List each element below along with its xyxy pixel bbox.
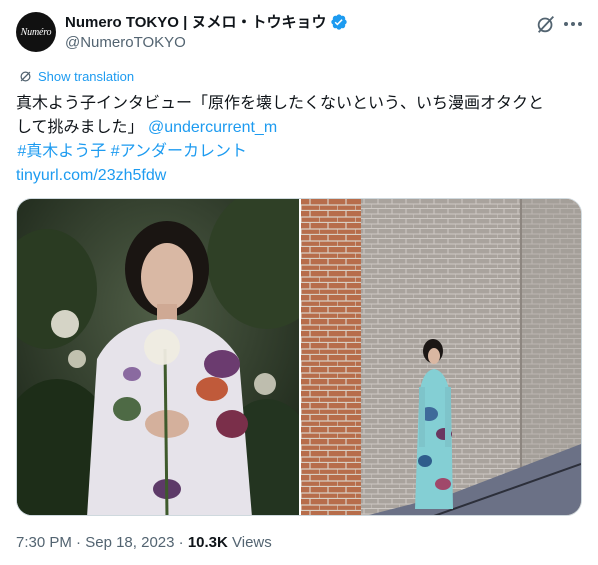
user-handle[interactable]: @NumeroTOKYO: [65, 34, 186, 51]
show-translation-label: Show translation: [38, 69, 135, 84]
display-name[interactable]: Numero TOKYO | ヌメロ・トウキョウ: [65, 11, 326, 32]
tweet-line-2-text: して挑みました」: [16, 119, 148, 136]
name-row: Numero TOKYO | ヌメロ・トウキョウ: [65, 11, 348, 32]
tweet-meta: 7:30 PM · Sep 18, 2023 · 10.3K Views: [16, 534, 272, 551]
photo-2-image: [301, 199, 581, 515]
avatar-logo-text: Numéro: [20, 26, 52, 38]
tweet-time[interactable]: 7:30 PM: [16, 534, 72, 551]
tweet-card: Numéro Numero TOKYO | ヌメロ・トウキョウ @NumeroT…: [0, 0, 598, 565]
views-label: Views: [227, 534, 272, 551]
more-icon[interactable]: [561, 13, 585, 35]
tweet-line-1: 真木よう子インタビュー「原作を壊したくないという、いち漫画オタクと: [16, 95, 545, 112]
tweet-line-2: して挑みました」 @undercurrent_m: [16, 116, 584, 140]
url-link[interactable]: tinyurl.com/23zh5fdw: [16, 167, 166, 184]
media-grid: [16, 198, 582, 516]
mention-link[interactable]: @undercurrent_m: [148, 119, 277, 136]
tweet-line-3: #真木よう子 #アンダーカレント: [16, 140, 584, 164]
photo-2[interactable]: [301, 199, 581, 515]
photo-1-image: [17, 199, 299, 515]
avatar[interactable]: Numéro: [16, 12, 56, 52]
meta-separator-1: ·: [71, 534, 86, 551]
hashtag-link-1[interactable]: #真木よう子: [17, 143, 106, 160]
grok-icon[interactable]: [535, 13, 557, 35]
views-count: 10.3K: [187, 534, 228, 551]
show-translation-link[interactable]: Show translation: [18, 69, 134, 84]
tweet-line-4: tinyurl.com/23zh5fdw: [16, 164, 584, 188]
tweet-date[interactable]: Sep 18, 2023: [85, 534, 174, 551]
hashtag-link-2[interactable]: #アンダーカレント: [111, 143, 247, 160]
verified-badge-icon[interactable]: [330, 13, 348, 31]
photo-1[interactable]: [17, 199, 299, 515]
meta-separator-2: ·: [174, 534, 188, 551]
translate-icon: [20, 71, 31, 82]
tweet-text: 真木よう子インタビュー「原作を壊したくないという、いち漫画オタクと して挑みまし…: [16, 92, 584, 188]
